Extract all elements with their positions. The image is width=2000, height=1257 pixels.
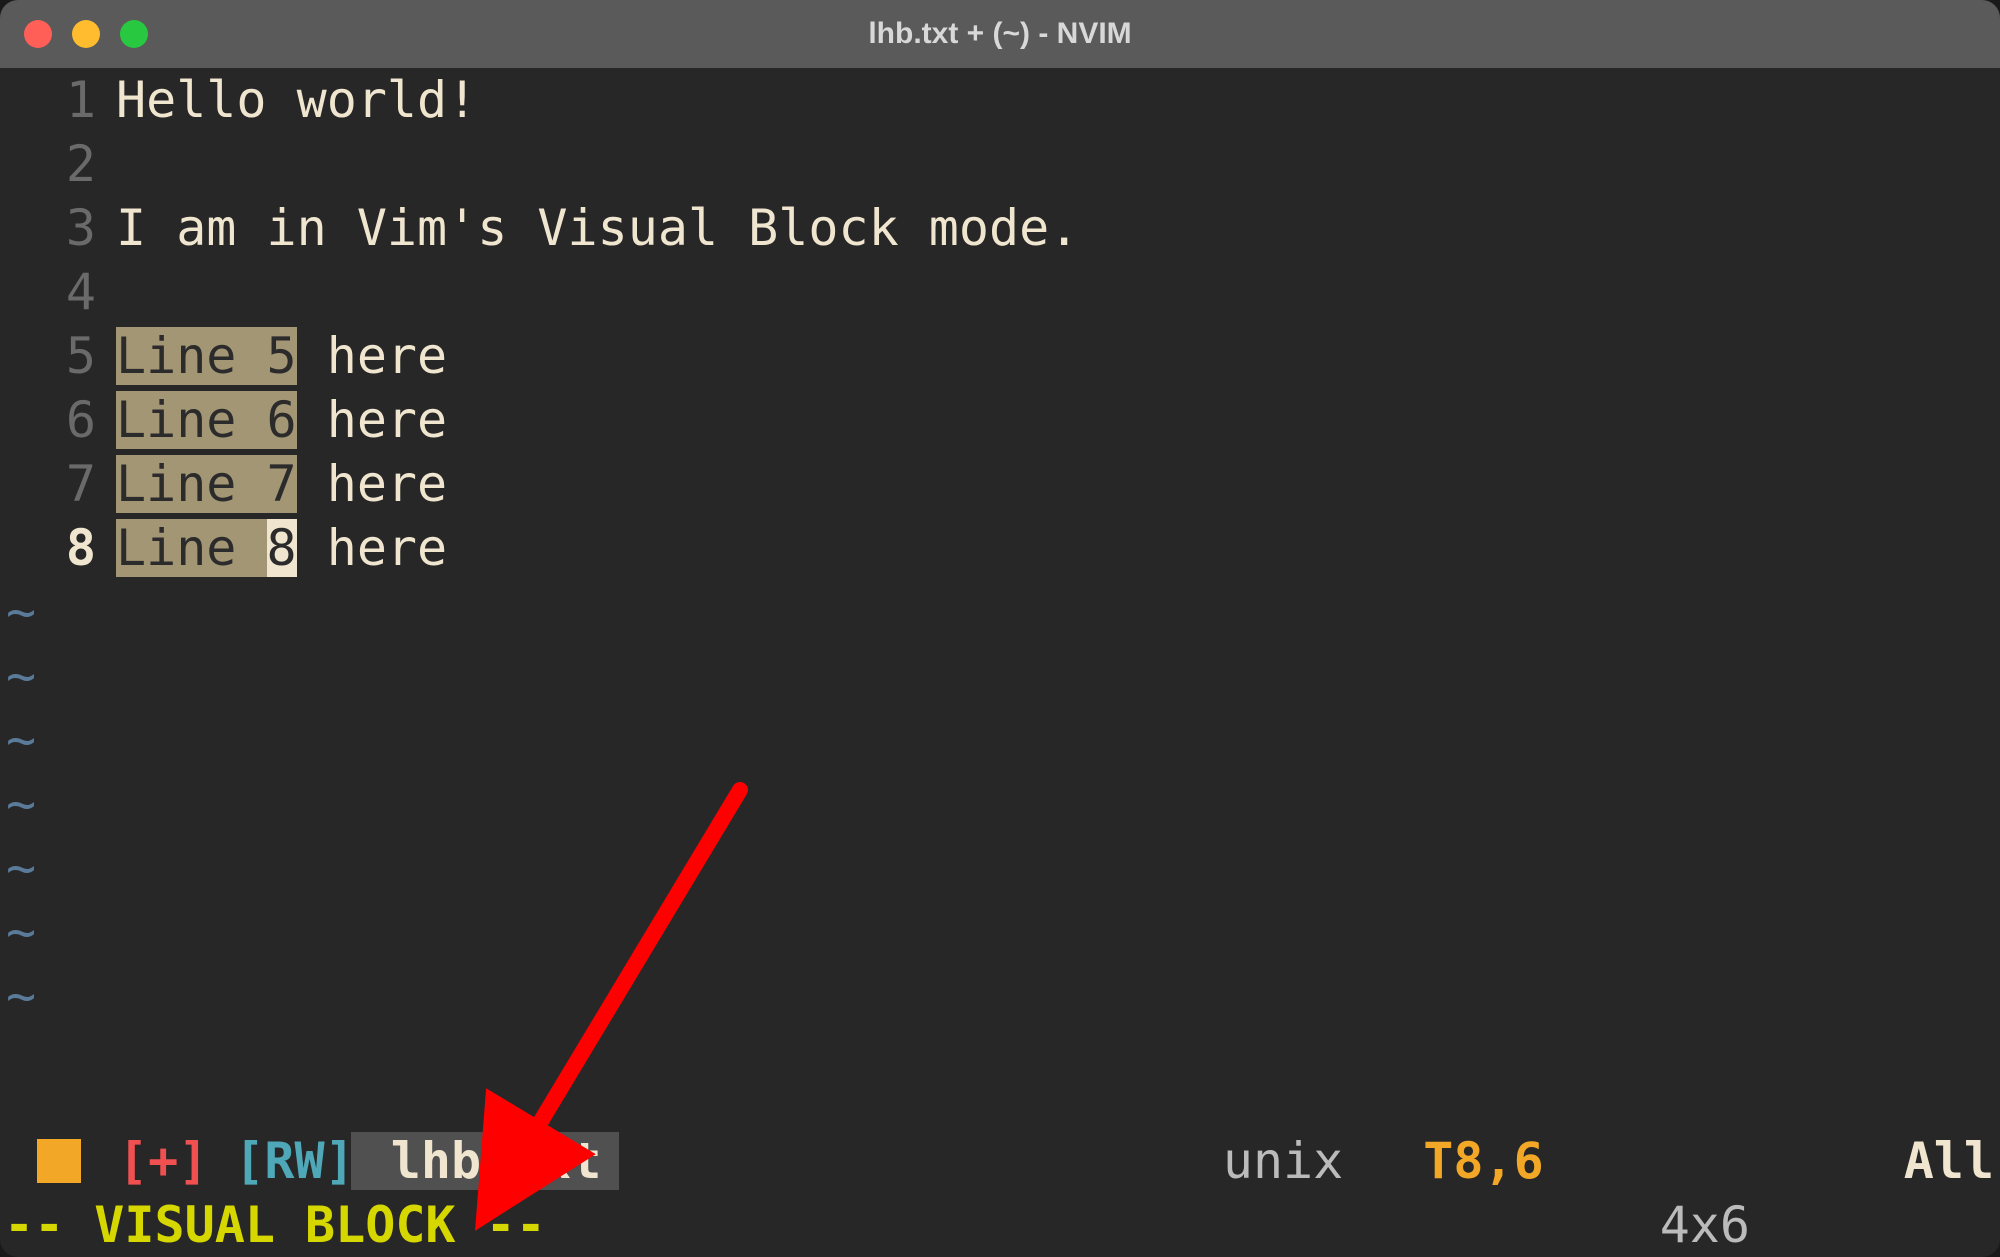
modeline: -- VISUAL BLOCK -- 4x6: [0, 1193, 2000, 1257]
mode-indicator: -- VISUAL BLOCK --: [4, 1196, 546, 1254]
text-line[interactable]: [116, 132, 2000, 196]
editor-area[interactable]: 12345678Hello world!I am in Vim's Visual…: [0, 68, 2000, 1129]
status-indicator: [0, 1139, 118, 1183]
window-title: lhb.txt + (~) - NVIM: [868, 17, 1131, 51]
tilde-marker: ~: [6, 580, 36, 644]
text-line[interactable]: Line 7 here: [116, 452, 2000, 516]
status-filetype: unix: [1223, 1132, 1423, 1190]
statusline: [+] [RW] lhb.txt unix T8,6 All: [0, 1129, 2000, 1193]
tilde-marker: ~: [6, 772, 36, 836]
close-button[interactable]: [24, 20, 52, 48]
text-line[interactable]: Hello world!: [116, 68, 2000, 132]
line-number: 6: [0, 388, 96, 452]
line-number: 5: [0, 324, 96, 388]
status-filename: lhb.txt: [351, 1132, 620, 1190]
tilde-marker: ~: [6, 964, 36, 1028]
text-line[interactable]: Line 8 here: [116, 516, 2000, 580]
text-line[interactable]: Line 6 here: [116, 388, 2000, 452]
line-number: 7: [0, 452, 96, 516]
tilde-marker: ~: [6, 644, 36, 708]
cursor: 8: [267, 519, 297, 577]
buffer-content[interactable]: Hello world! I am in Vim's Visual Block m…: [116, 68, 2000, 1129]
status-position: T8,6: [1423, 1132, 1903, 1190]
tilde-marker: ~: [6, 900, 36, 964]
line-number: 4: [0, 260, 96, 324]
line-number: 8: [0, 516, 96, 580]
visual-selection: Line 6: [116, 391, 297, 449]
text-line[interactable]: [116, 260, 2000, 324]
visual-selection: Line 5: [116, 327, 297, 385]
visual-selection: Line 7: [116, 455, 297, 513]
maximize-button[interactable]: [120, 20, 148, 48]
line-number: 3: [0, 196, 96, 260]
status-modified: [+]: [118, 1132, 234, 1190]
tilde-marker: ~: [6, 836, 36, 900]
line-number: 2: [0, 132, 96, 196]
line-number: 1: [0, 68, 96, 132]
text-line[interactable]: Line 5 here: [116, 324, 2000, 388]
titlebar: lhb.txt + (~) - NVIM: [0, 0, 2000, 68]
minimize-button[interactable]: [72, 20, 100, 48]
mode-square-icon: [37, 1139, 81, 1183]
tilde-marker: ~: [6, 708, 36, 772]
visual-range: 4x6: [1660, 1196, 2000, 1254]
terminal-window: lhb.txt + (~) - NVIM 12345678Hello world…: [0, 0, 2000, 1257]
traffic-lights: [24, 20, 148, 48]
status-percent: All: [1904, 1132, 2000, 1190]
visual-selection: Line 8: [116, 519, 297, 577]
text-line[interactable]: I am in Vim's Visual Block mode.: [116, 196, 2000, 260]
